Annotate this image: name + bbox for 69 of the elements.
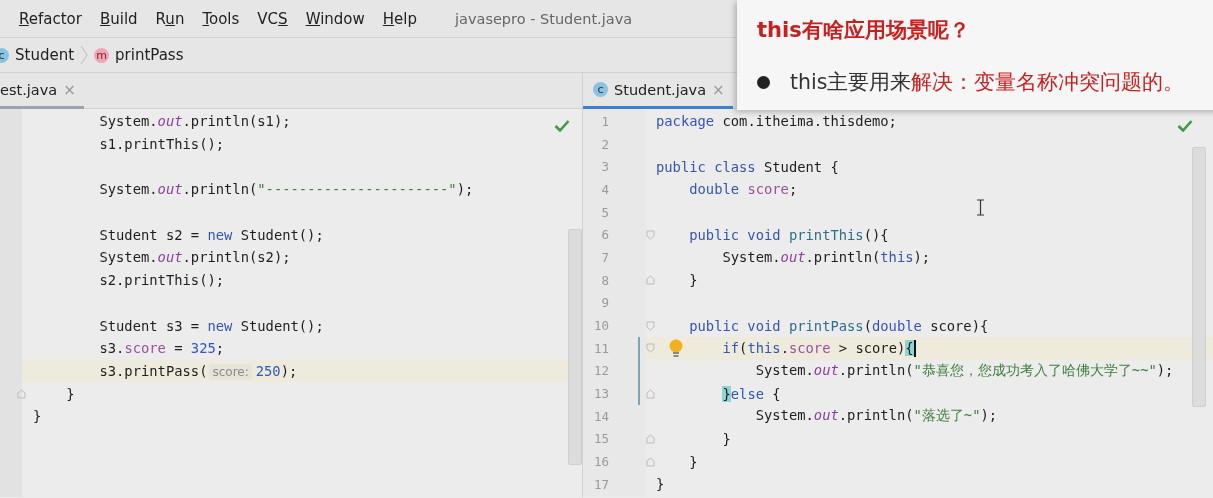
checkmark-icon — [554, 119, 570, 132]
menu-item[interactable]: Refactor — [19, 9, 82, 28]
line-number: 12 — [592, 363, 609, 379]
code-line: public void printThis(){ — [688, 226, 889, 243]
code-line: System.out.println("----------------------"); — [98, 181, 474, 198]
line-number: 17 — [592, 476, 609, 492]
fold-marker-icon[interactable] — [646, 456, 655, 467]
lightbulb-icon[interactable] — [669, 338, 683, 358]
fold-marker-icon[interactable] — [646, 343, 655, 354]
scrollbar[interactable] — [568, 229, 582, 465]
bullet-icon — [757, 75, 770, 89]
callout-title: this有啥应用场景呢？ — [757, 17, 971, 44]
code-line: System.out.println("落选了~"); — [754, 407, 998, 426]
code-line: s1.printThis(); — [98, 136, 225, 153]
fold-marker-icon[interactable] — [646, 388, 655, 399]
fold-marker-icon[interactable] — [646, 229, 655, 240]
line-number: 7 — [600, 249, 609, 265]
code-line: package com.itheima.thisdemo; — [656, 113, 897, 130]
fold-marker-icon[interactable] — [646, 320, 655, 331]
code-line: System.out.println(s1); — [98, 113, 291, 130]
line-number: 8 — [600, 272, 609, 288]
code-line: System.out.println(s2); — [98, 249, 291, 266]
code-line: } — [65, 385, 75, 402]
line-number: 3 — [600, 159, 609, 175]
menu-item[interactable]: Help — [382, 9, 417, 28]
breadcrumb-item[interactable]: m printPass — [94, 46, 184, 64]
checkmark-icon — [1177, 119, 1193, 132]
code-line: s2.printThis(); — [98, 272, 225, 289]
line-number: 6 — [600, 227, 609, 243]
code-line: System.out.println(this); — [721, 249, 931, 266]
line-number: 2 — [600, 136, 609, 152]
code-line: s3.score = 325; — [98, 340, 225, 357]
window-title: javasepro - Student.java — [455, 10, 633, 27]
code-line: System.out.println("恭喜您，您成功考入了哈佛大学了~~"); — [754, 361, 1174, 380]
fold-marker-icon[interactable] — [646, 275, 655, 286]
line-number: 5 — [600, 204, 609, 220]
menu-item[interactable]: Tools — [202, 9, 240, 28]
callout-text: this主要用来解决：变量名称冲突问题的。 — [790, 69, 1185, 96]
code-line: s3.printPass( score: 250); — [98, 362, 298, 379]
code-line: if(this.score > score){ — [721, 340, 914, 357]
fold-marker-icon[interactable] — [17, 388, 26, 399]
code-line: } — [688, 272, 698, 289]
line-number: 1 — [600, 113, 609, 129]
menu-item[interactable]: VCS — [257, 9, 288, 28]
code-line: public void printPass(double score){ — [688, 317, 989, 334]
code-line: Student s2 = new Student(); — [98, 226, 324, 243]
line-number: 10 — [592, 318, 609, 334]
chevron-icon — [80, 45, 89, 65]
line-number: 9 — [600, 295, 609, 311]
menu-item[interactable]: Run — [155, 9, 185, 28]
scrollbar[interactable] — [1192, 147, 1206, 407]
line-number: 16 — [592, 454, 609, 470]
code-line: } — [656, 476, 665, 493]
fold-marker-icon[interactable] — [646, 433, 655, 444]
code-line: double score; — [688, 181, 798, 198]
menu-item[interactable]: Window — [305, 9, 365, 28]
code-line: } — [688, 453, 698, 470]
line-number: 4 — [600, 181, 609, 197]
line-number: 11 — [592, 340, 609, 356]
code-line: } — [33, 408, 42, 425]
line-number: 15 — [592, 431, 609, 447]
menu-item[interactable]: Build — [99, 9, 138, 28]
line-number: 13 — [592, 386, 609, 402]
line-number: 14 — [592, 408, 609, 424]
text-cursor-icon — [976, 199, 985, 216]
code-line: Student s3 = new Student(); — [98, 317, 324, 334]
code-line: }else { — [721, 385, 781, 402]
code-line: public class Student { — [656, 158, 839, 175]
code-line: } — [721, 430, 731, 447]
